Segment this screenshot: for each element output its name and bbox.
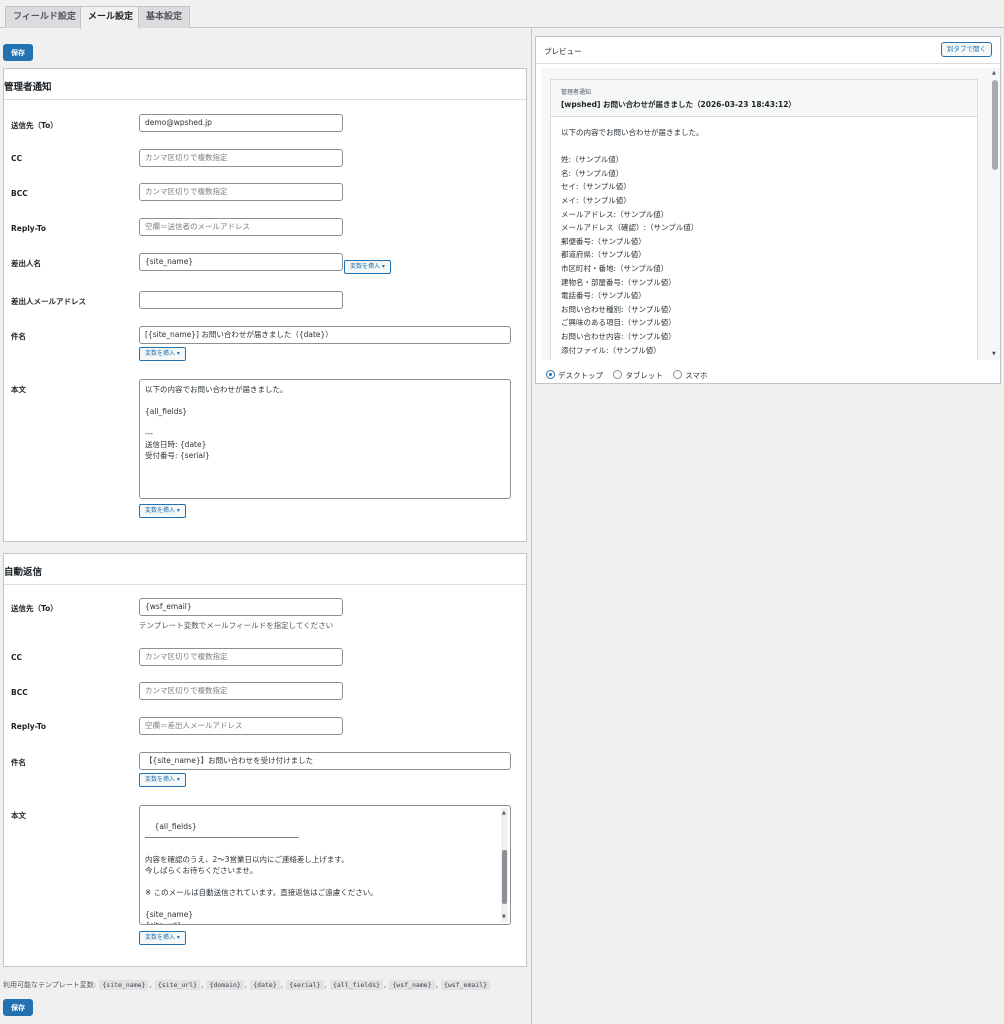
- mail-line: 電話番号:（サンプル値）: [561, 291, 646, 301]
- var-chip: {domain}: [206, 980, 244, 990]
- preview-scrollbar[interactable]: ▲ ▼: [990, 68, 1000, 360]
- radio-icon: [546, 370, 555, 379]
- save-button-bottom[interactable]: 保存: [3, 999, 33, 1016]
- mail-header: 管理者通知 [wpshed] お問い合わせが届きました（2026-03-23 1…: [551, 80, 977, 117]
- auto-body-scrollbar[interactable]: ▲ ▼: [501, 808, 508, 922]
- auto-body-insert-var-button[interactable]: 変数を挿入 ▾: [139, 931, 186, 945]
- mail-line: 都道府県:（サンプル値）: [561, 250, 646, 260]
- device-tablet-radio[interactable]: タブレット: [613, 370, 663, 380]
- auto-to-hint: テンプレート変数でメールフィールドを指定してください: [139, 621, 334, 630]
- preview-scroll-thumb[interactable]: [992, 80, 998, 170]
- device-desktop-radio[interactable]: デスクトップ: [546, 370, 603, 380]
- mail-line: お問い合わせ内容:（サンプル値）: [561, 331, 676, 341]
- admin-to-input[interactable]: demo@wpshed.jp: [139, 114, 343, 132]
- admin-cc-label: CC: [11, 154, 23, 163]
- mail-line: 添付ファイル:（サンプル値）: [561, 345, 661, 355]
- auto-body-label: 本文: [11, 811, 26, 820]
- device-mobile-radio[interactable]: スマホ: [673, 370, 708, 380]
- admin-subject-input[interactable]: [{site_name}] お問い合わせが届きました（{date}）: [139, 326, 511, 344]
- admin-panel-title: 管理者通知: [4, 69, 526, 100]
- var-chip: {site_name}: [99, 980, 149, 990]
- template-variables-list: 利用可能なテンプレート変数: {site_name}, {site_url}, …: [3, 980, 491, 990]
- mail-line: ご興味のある項目:（サンプル値）: [561, 318, 676, 328]
- scroll-thumb[interactable]: [502, 850, 507, 904]
- mail-line: 名:（サンプル値）: [561, 168, 624, 178]
- var-chip: {site_url}: [154, 980, 201, 990]
- mail-line: メールアドレス（確認）:（サンプル値）: [561, 223, 699, 233]
- admin-subject-insert-var-button[interactable]: 変数を挿入 ▾: [139, 347, 186, 361]
- auto-reply-panel: 自動返信 送信先（To） {wsf_email} テンプレート変数でメールフィー…: [3, 553, 527, 967]
- admin-notification-panel: 管理者通知 送信先（To） demo@wpshed.jp CC カンマ区切りで複…: [3, 68, 527, 542]
- var-chip: {wsf_name}: [389, 980, 435, 990]
- scroll-up-icon[interactable]: ▲: [992, 70, 996, 76]
- admin-body-insert-var-button[interactable]: 変数を挿入 ▾: [139, 504, 186, 518]
- device-selector: デスクトップ タブレット スマホ: [546, 370, 716, 381]
- auto-to-label: 送信先（To）: [11, 604, 58, 613]
- var-chip: {wsf_email}: [440, 980, 491, 990]
- admin-to-label: 送信先（To）: [11, 121, 58, 130]
- auto-cc-input[interactable]: カンマ区切りで複数指定: [139, 648, 343, 666]
- admin-replyto-label: Reply-To: [11, 224, 46, 233]
- tab-field-settings[interactable]: フィールド設定: [5, 6, 84, 28]
- scroll-down-icon[interactable]: ▼: [992, 351, 996, 357]
- column-divider: [531, 28, 532, 1024]
- auto-subject-input[interactable]: 【{site_name}】お問い合わせを受け付けました: [139, 752, 511, 770]
- admin-cc-input[interactable]: カンマ区切りで複数指定: [139, 149, 343, 167]
- admin-bcc-label: BCC: [11, 189, 28, 198]
- admin-from-name-label: 差出人名: [11, 259, 41, 268]
- mail-body: 以下の内容でお問い合わせが届きました。 姓:（サンプル値） 名:（サンプル値） …: [561, 126, 704, 357]
- preview-header: プレビュー 別タブで開く: [536, 37, 1000, 64]
- auto-replyto-label: Reply-To: [11, 722, 46, 731]
- admin-subject-label: 件名: [11, 332, 26, 341]
- scroll-up-icon[interactable]: ▲: [502, 808, 506, 819]
- auto-replyto-input[interactable]: 空欄＝差出人メールアドレス: [139, 717, 343, 735]
- admin-body-textarea[interactable]: 以下の内容でお問い合わせが届きました。 {all_fields} --- 送信日…: [139, 379, 511, 499]
- mail-line: お問い合わせ種別:（サンプル値）: [561, 304, 676, 314]
- admin-bcc-input[interactable]: カンマ区切りで複数指定: [139, 183, 343, 201]
- radio-icon: [673, 370, 683, 379]
- template-variables-label: 利用可能なテンプレート変数:: [3, 981, 97, 989]
- admin-from-name-insert-var-button[interactable]: 変数を挿入 ▾: [344, 260, 391, 274]
- mail-intro: 以下の内容でお問い合わせが届きました。: [561, 128, 704, 137]
- admin-from-email-input[interactable]: [139, 291, 343, 309]
- mail-subject: [wpshed] お問い合わせが届きました（2026-03-23 18:43:1…: [561, 100, 796, 109]
- mail-line: メイ:（サンプル値）: [561, 195, 631, 205]
- mail-line: メールアドレス:（サンプル値）: [561, 209, 669, 219]
- save-button-top[interactable]: 保存: [3, 44, 33, 61]
- auto-to-input[interactable]: {wsf_email}: [139, 598, 343, 616]
- admin-from-email-label: 差出人メールアドレス: [11, 297, 86, 306]
- mail-preview: 管理者通知 [wpshed] お問い合わせが届きました（2026-03-23 1…: [550, 79, 978, 360]
- preview-frame[interactable]: 管理者通知 [wpshed] お問い合わせが届きました（2026-03-23 1…: [542, 68, 996, 360]
- auto-subject-insert-var-button[interactable]: 変数を挿入 ▾: [139, 773, 186, 787]
- mail-line: 姓:（サンプル値）: [561, 155, 624, 165]
- preview-title: プレビュー: [544, 47, 582, 56]
- admin-from-name-input[interactable]: {site_name}: [139, 253, 343, 271]
- mail-line: 建物名・部屋番号:（サンプル値）: [561, 277, 676, 287]
- open-in-new-tab-button[interactable]: 別タブで開く: [941, 42, 992, 57]
- auto-panel-title: 自動返信: [4, 554, 526, 585]
- auto-body-textarea[interactable]: {all_fields} ───────────────────────────…: [139, 805, 511, 925]
- auto-bcc-label: BCC: [11, 688, 28, 697]
- preview-panel: プレビュー 別タブで開く 管理者通知 [wpshed] お問い合わせが届きました…: [535, 36, 1001, 384]
- auto-cc-label: CC: [11, 653, 23, 662]
- mail-line: 郵便番号:（サンプル値）: [561, 236, 646, 246]
- tab-bar: フィールド設定 メール設定 基本設定: [0, 0, 1004, 29]
- admin-replyto-input[interactable]: 空欄＝送信者のメールアドレス: [139, 218, 343, 236]
- var-chip: {all_fields}: [329, 980, 383, 990]
- auto-subject-label: 件名: [11, 758, 26, 767]
- mail-line: 市区町村・番地:（サンプル値）: [561, 263, 669, 273]
- auto-bcc-input[interactable]: カンマ区切りで複数指定: [139, 682, 343, 700]
- radio-icon: [613, 370, 623, 379]
- var-chip: {date}: [250, 980, 280, 990]
- admin-body-label: 本文: [11, 385, 26, 394]
- var-chip: {serial}: [286, 980, 324, 990]
- mail-kind: 管理者通知: [561, 89, 592, 96]
- auto-body-text: {all_fields} ───────────────────────────…: [145, 822, 378, 924]
- mail-line: セイ:（サンプル値）: [561, 182, 631, 192]
- scroll-down-icon[interactable]: ▼: [502, 912, 506, 923]
- tab-basic-settings[interactable]: 基本設定: [138, 6, 191, 28]
- tab-mail-settings[interactable]: メール設定: [80, 6, 142, 29]
